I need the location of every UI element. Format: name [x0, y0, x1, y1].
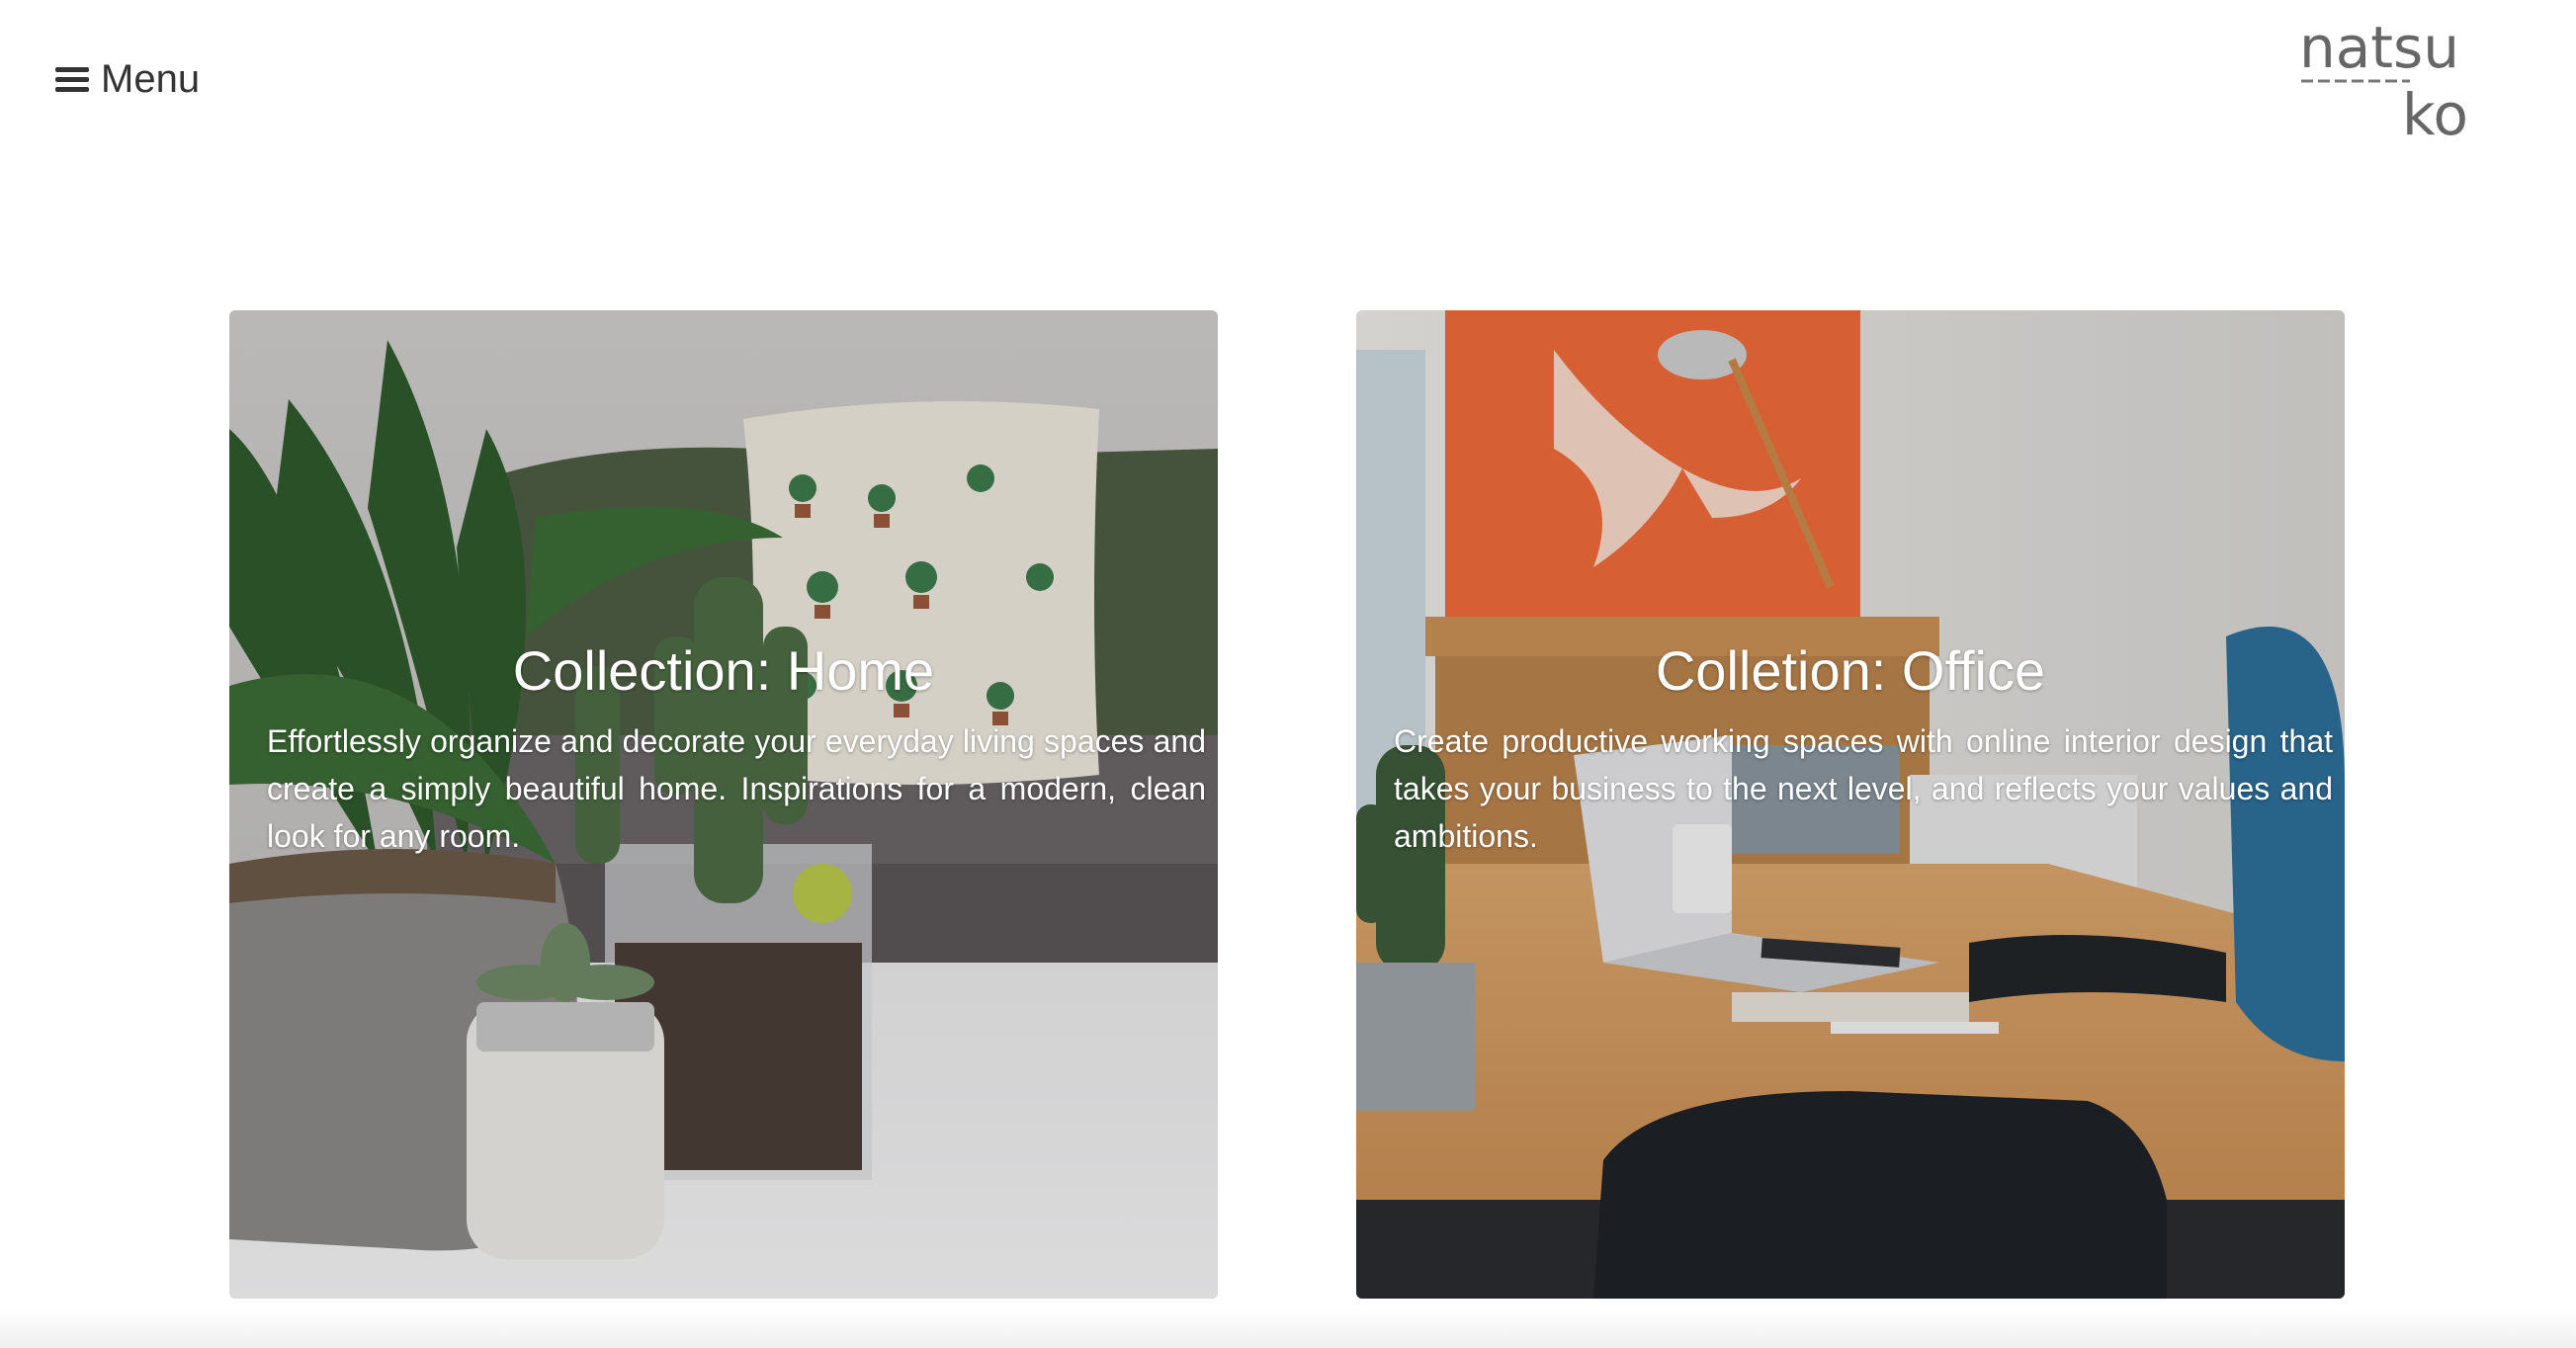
card-description: Create productive working spaces with on… — [1394, 723, 2333, 854]
collection-home-card[interactable]: Collection: Home Effortlessly organize a… — [229, 310, 1218, 1299]
brand-logo[interactable]: natsu ko — [2293, 12, 2481, 145]
page: Menu natsu ko Collection: Home Effortles… — [0, 0, 2576, 1348]
card-title: Colletion: Office — [1655, 639, 2046, 702]
collection-office-card[interactable]: Colletion: Office Create productive work… — [1356, 310, 2345, 1299]
logo-text-top: natsu — [2299, 14, 2459, 81]
card-title: Collection: Home — [512, 639, 935, 702]
bottom-fade — [0, 1308, 2576, 1348]
logo-text-bottom: ko — [2402, 81, 2468, 145]
hamburger-icon — [55, 65, 89, 93]
menu-button[interactable]: Menu — [55, 51, 200, 107]
menu-label: Menu — [101, 57, 201, 101]
card-description: Effortlessly organize and decorate your … — [267, 723, 1206, 854]
